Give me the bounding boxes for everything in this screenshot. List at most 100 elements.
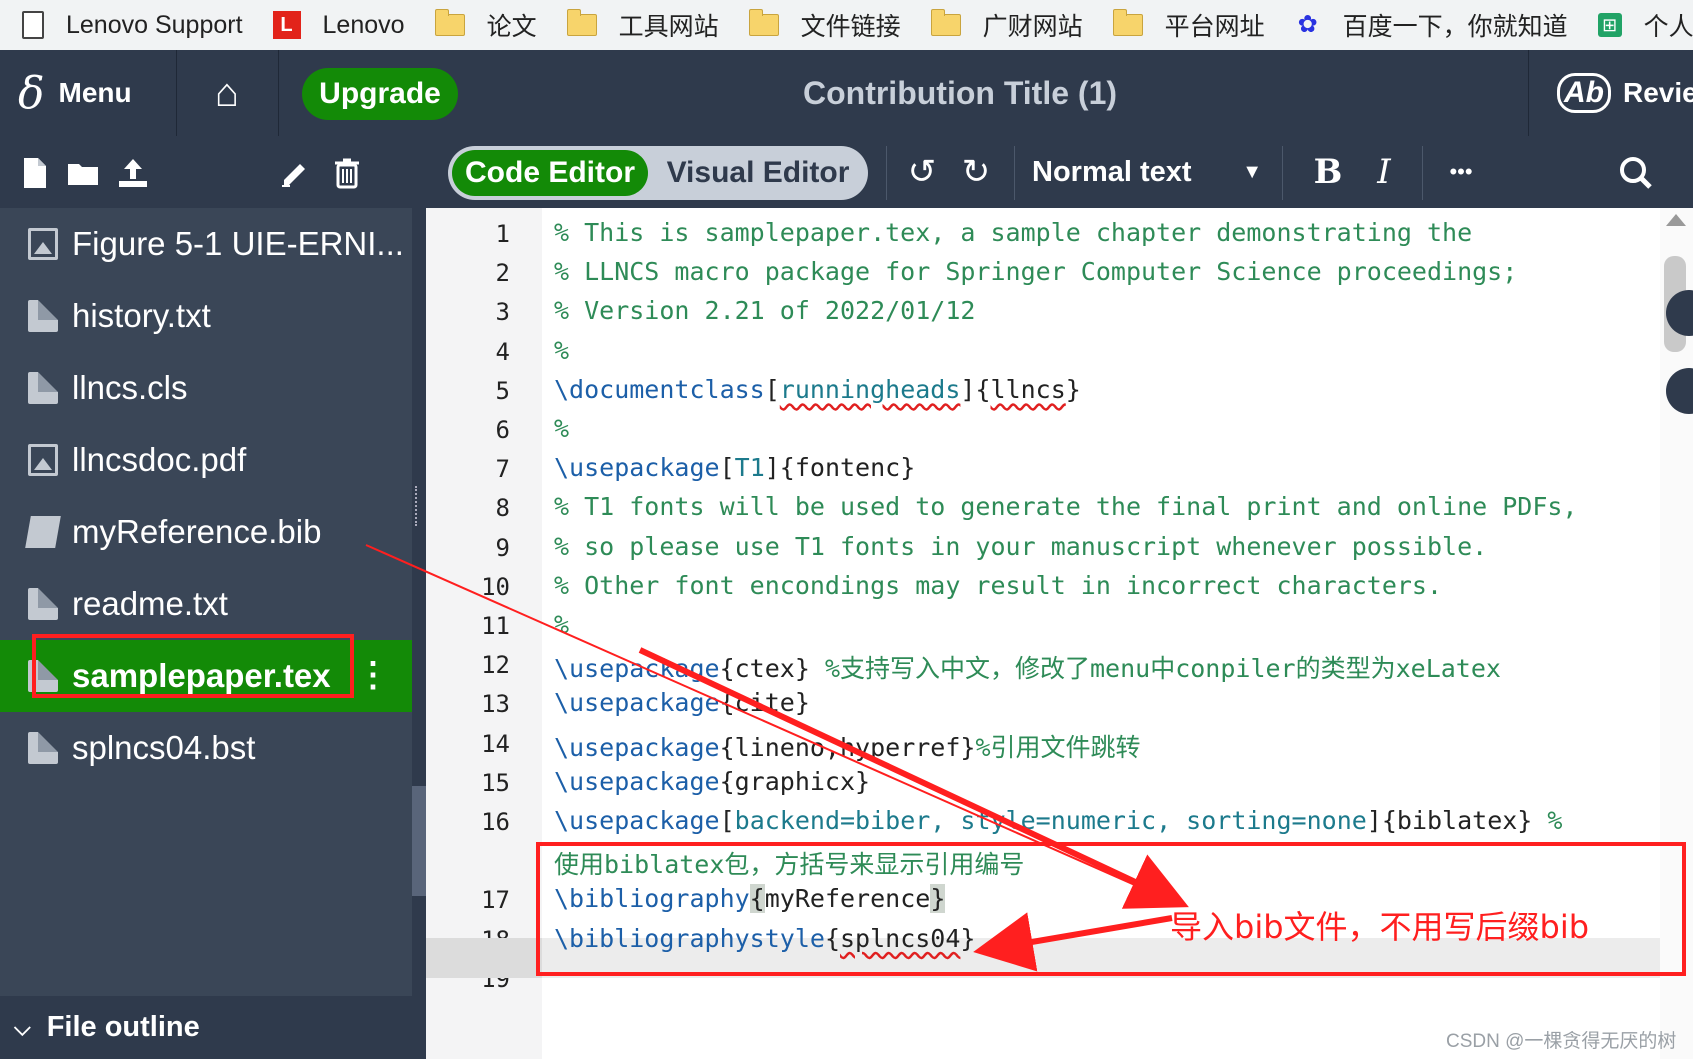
redo-icon[interactable]: ↻: [954, 150, 998, 194]
bookmark-item[interactable]: L Lenovo: [272, 11, 405, 40]
code-line[interactable]: \usepackage[backend=biber, style=numeric…: [554, 806, 1562, 835]
bookmark-item[interactable]: 论文: [434, 7, 537, 43]
collapse-panel-handle[interactable]: [412, 786, 426, 896]
new-file-icon[interactable]: [18, 156, 52, 190]
code-line[interactable]: \usepackage{lineno,hyperref}%引用文件跳转: [554, 728, 1141, 764]
project-title[interactable]: Contribution Title (1): [700, 50, 1220, 136]
code-line[interactable]: %: [554, 336, 569, 365]
active-line-gutter: [426, 938, 542, 978]
file-tree-item[interactable]: Figure 5-1 UIE-ERNI...: [0, 208, 412, 280]
line-number: 13: [481, 690, 510, 719]
bookmark-label: 工具网站: [618, 13, 719, 41]
splitter-grip-icon[interactable]: [415, 486, 423, 526]
code-line[interactable]: % so please use T1 fonts in your manuscr…: [554, 532, 1487, 561]
code-line[interactable]: \usepackage[T1]{fontenc}: [554, 453, 915, 482]
toolbar-divider: [1422, 146, 1423, 200]
folder-icon: [930, 9, 961, 36]
code-token: % T1 fonts will be used to generate the …: [554, 492, 1578, 522]
text-style-select[interactable]: Normal text ▼: [1032, 150, 1262, 194]
code-line[interactable]: % T1 fonts will be used to generate the …: [554, 492, 1578, 521]
line-number: 7: [495, 455, 510, 484]
code-token: ]{biblatex}: [1366, 806, 1548, 835]
new-folder-icon[interactable]: [66, 156, 100, 190]
code-token: %: [554, 610, 570, 639]
undo-icon[interactable]: ↺: [900, 150, 944, 194]
line-number: 17: [481, 886, 510, 915]
menu-button[interactable]: δ Menu: [0, 50, 177, 136]
code-token: ]{: [960, 374, 991, 404]
line-number: 9: [495, 533, 510, 562]
code-token: [: [764, 374, 780, 404]
code-token: {ctex}: [719, 654, 825, 684]
file-tree-item[interactable]: splncs04.bst: [0, 712, 412, 784]
code-line[interactable]: % Version 2.21 of 2022/01/12: [554, 296, 975, 325]
code-token: T1: [734, 453, 765, 483]
file-tree-item[interactable]: readme.txt: [0, 568, 412, 640]
code-line[interactable]: %: [554, 610, 569, 639]
file-tree-item[interactable]: history.txt: [0, 280, 412, 352]
image-file-icon: [28, 444, 58, 476]
code-token: % Other font encondings may result in in…: [554, 570, 1443, 600]
bookmark-item[interactable]: Lenovo Support: [22, 11, 243, 40]
code-line[interactable]: \usepackage{cite}: [554, 688, 810, 717]
code-token: % Version 2.21 of 2022/01/12: [554, 296, 976, 326]
bookmark-item[interactable]: ✿ 百度一下，你就知道: [1295, 7, 1568, 43]
code-token: \usepackage: [554, 688, 720, 718]
file-options-icon[interactable]: ⋮: [356, 656, 390, 694]
code-line[interactable]: \usepackage{ctex} %支持写入中文，修改了menu中conpil…: [554, 649, 1501, 685]
search-icon[interactable]: [1616, 150, 1656, 194]
watermark: CSDN @一棵贪得无厌的树: [1446, 1031, 1677, 1052]
file-outline-label: File outline: [46, 1011, 200, 1043]
toolbar-divider: [1282, 146, 1283, 200]
code-line[interactable]: \documentclass[runningheads]{llncs}: [554, 375, 1081, 404]
italic-button[interactable]: I: [1362, 150, 1406, 194]
bookmark-label: Lenovo Support: [66, 10, 243, 39]
file-tree-item[interactable]: llncsdoc.pdf: [0, 424, 412, 496]
file-icon: [28, 300, 58, 332]
bookmark-item[interactable]: 平台网址: [1112, 7, 1265, 43]
bookmark-item[interactable]: 文件链接: [748, 7, 901, 43]
bookmark-item[interactable]: ⊞ 个人学习: [1597, 7, 1693, 43]
file-name: llncs.cls: [72, 369, 188, 406]
upload-icon[interactable]: [116, 156, 150, 190]
code-line[interactable]: % This is samplepaper.tex, a sample chap…: [554, 218, 1472, 247]
annotation-highlight-box: [32, 634, 354, 698]
line-number: 14: [481, 729, 510, 758]
green-icon: ⊞: [1597, 13, 1622, 37]
code-line[interactable]: % Other font encondings may result in in…: [554, 571, 1442, 600]
bookmarks-bar: Lenovo Support L Lenovo 论文 工具网站 文件链接 广财网站 平台网址 ✿…: [0, 0, 1693, 50]
line-number: 1: [495, 220, 510, 248]
overleaf-logo-icon: δ: [18, 67, 45, 119]
visual-editor-button[interactable]: Visual Editor: [658, 150, 858, 196]
file-name: myReference.bib: [72, 513, 322, 550]
toolbar-divider: [1014, 146, 1015, 200]
bookmark-item[interactable]: 工具网站: [566, 7, 719, 43]
home-button[interactable]: ⌂: [176, 50, 279, 136]
code-editor-button[interactable]: Code Editor: [452, 150, 648, 196]
file-outline-toggle[interactable]: ⌵ File outline: [0, 996, 412, 1059]
bookmark-label: 平台网址: [1164, 13, 1265, 41]
code-token: %支持写入中文，修改了menu中conpiler的类型为xeLatex: [824, 654, 1501, 684]
code-line[interactable]: % LLNCS macro package for Springer Compu…: [554, 257, 1517, 286]
delete-trash-icon[interactable]: [330, 156, 364, 190]
file-name: Figure 5-1 UIE-ERNI...: [72, 225, 404, 262]
panel-splitter[interactable]: [412, 136, 426, 1059]
code-line[interactable]: %: [554, 414, 569, 443]
folder-icon: [566, 9, 597, 36]
file-name: readme.txt: [72, 585, 228, 622]
code-token: [: [719, 806, 735, 835]
upgrade-button[interactable]: Upgrade: [302, 68, 458, 120]
code-token: \usepackage: [554, 453, 720, 483]
rename-pencil-icon[interactable]: [278, 156, 312, 190]
bookmark-item[interactable]: 广财网站: [930, 7, 1083, 43]
scroll-up-icon[interactable]: [1666, 214, 1686, 226]
image-file-icon: [28, 228, 58, 260]
bold-button[interactable]: B: [1306, 150, 1350, 194]
folder-icon: [434, 9, 465, 36]
file-tree-item[interactable]: llncs.cls: [0, 352, 412, 424]
menu-label: Menu: [58, 77, 132, 108]
review-button[interactable]: Ab Review: [1528, 50, 1693, 136]
more-options-button[interactable]: •••: [1436, 150, 1486, 194]
file-tree-item[interactable]: myReference.bib: [0, 496, 412, 568]
code-line[interactable]: \usepackage{graphicx}: [554, 767, 870, 796]
